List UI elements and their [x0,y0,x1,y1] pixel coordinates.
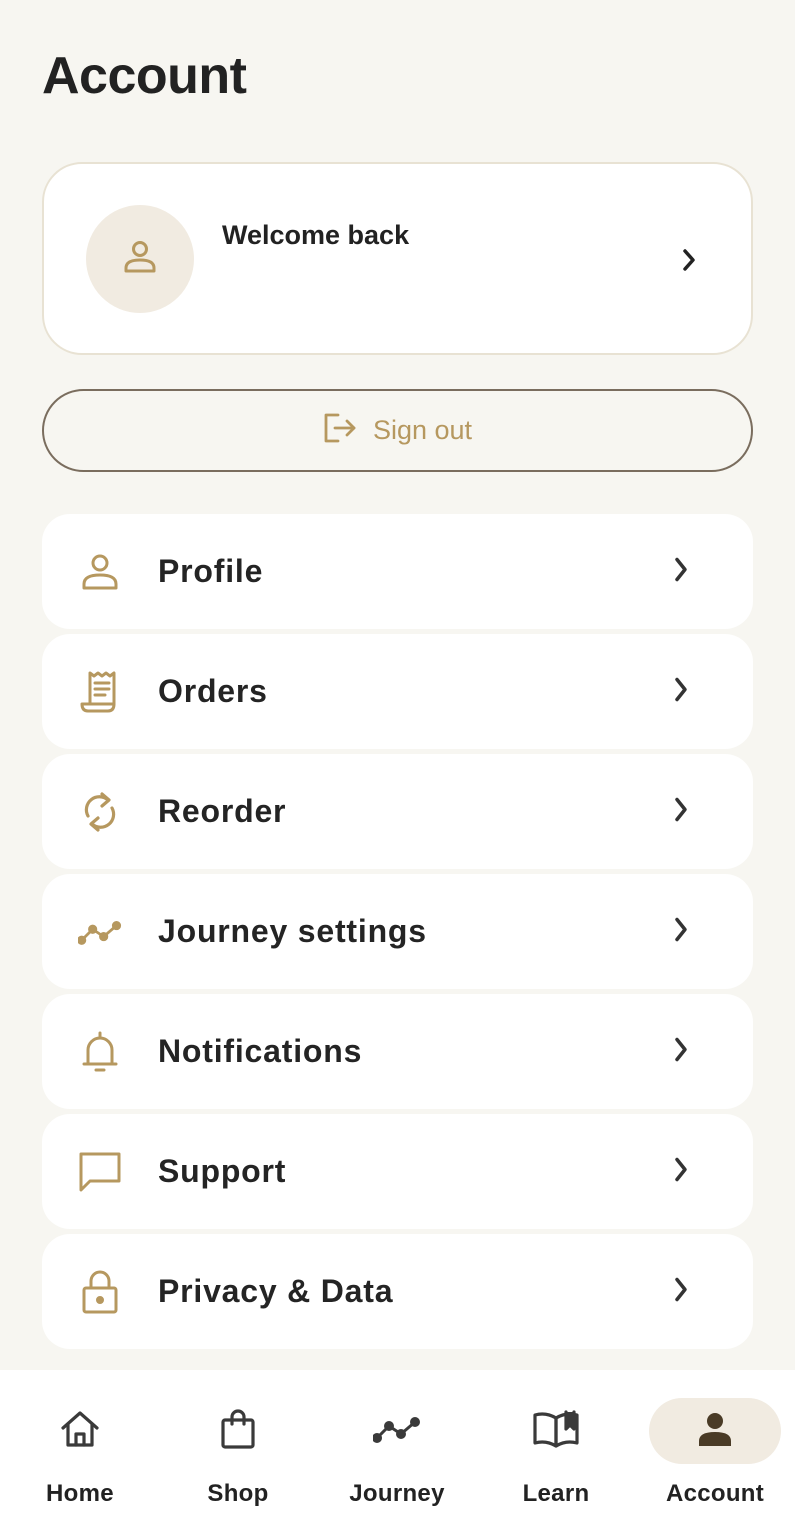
account-menu: Profile Orders Reorder Journey settings … [42,514,753,1354]
trend-line-icon [78,910,122,954]
chevron-right-icon [673,1276,689,1307]
menu-item-orders[interactable]: Orders [42,634,753,749]
trend-line-icon [372,1414,421,1449]
menu-label: Notifications [158,1033,363,1069]
nav-icon-container [649,1398,781,1464]
chevron-right-icon [681,248,697,277]
person-filled-icon [697,1411,733,1452]
lock-icon [78,1270,122,1314]
nav-item-account[interactable]: Account [649,1398,781,1514]
sign-out-label: Sign out [372,415,473,445]
refresh-icon [78,790,122,834]
nav-item-learn[interactable]: Learn [490,1398,622,1514]
menu-label: Journey settings [158,913,427,949]
chevron-right-icon [673,676,689,707]
avatar [86,205,194,313]
shopping-bag-icon [220,1408,256,1454]
menu-label: Reorder [158,793,287,829]
page-title: Account [42,47,247,105]
book-icon [532,1409,580,1454]
person-icon [78,550,122,594]
menu-item-support[interactable]: Support [42,1114,753,1229]
menu-label: Support [158,1153,287,1189]
nav-label: Journey [349,1480,445,1507]
chat-bubble-icon [78,1150,122,1194]
chevron-right-icon [673,1156,689,1187]
chevron-right-icon [673,796,689,827]
menu-item-journey-settings[interactable]: Journey settings [42,874,753,989]
chevron-right-icon [673,916,689,947]
nav-label: Home [46,1480,114,1507]
nav-label: Learn [522,1480,590,1507]
logout-icon [323,412,357,449]
nav-icon-container [331,1398,463,1464]
nav-item-shop[interactable]: Shop [172,1398,304,1514]
person-icon [122,239,158,280]
nav-label: Account [665,1480,765,1507]
bell-icon [78,1030,122,1074]
welcome-text: Welcome back [222,220,410,250]
chevron-right-icon [673,556,689,587]
menu-item-privacy-data[interactable]: Privacy & Data [42,1234,753,1349]
sign-out-button[interactable]: Sign out [42,389,753,472]
menu-item-notifications[interactable]: Notifications [42,994,753,1109]
nav-icon-container [172,1398,304,1464]
nav-label: Shop [207,1480,269,1507]
menu-label: Orders [158,673,268,709]
menu-label: Profile [158,553,264,589]
nav-icon-container [490,1398,622,1464]
receipt-icon [78,670,122,714]
nav-item-journey[interactable]: Journey [331,1398,463,1514]
menu-label: Privacy & Data [158,1273,394,1309]
chevron-right-icon [673,1036,689,1067]
account-screen: Account Welcome back Sign out Profile Or… [0,0,795,1536]
nav-icon-container [14,1398,146,1464]
nav-item-home[interactable]: Home [14,1398,146,1514]
bottom-nav: Home Shop Journey Learn Account [0,1370,795,1536]
menu-item-profile[interactable]: Profile [42,514,753,629]
home-icon [60,1410,100,1453]
menu-item-reorder[interactable]: Reorder [42,754,753,869]
welcome-card[interactable]: Welcome back [42,162,753,355]
